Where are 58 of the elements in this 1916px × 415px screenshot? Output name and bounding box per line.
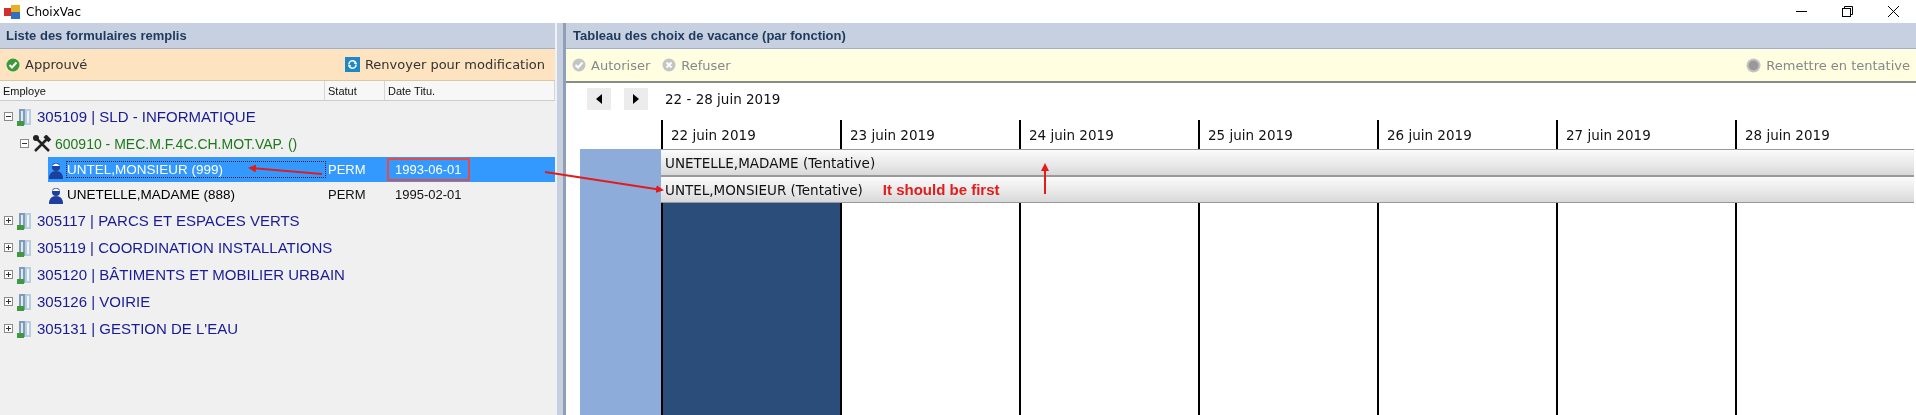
close-icon — [1887, 6, 1899, 17]
building-icon — [16, 291, 34, 312]
tools-icon — [32, 134, 52, 153]
column-header[interactable]: Statut — [325, 81, 385, 100]
booking-label: UNETELLE,MADAME (Tentative) — [665, 154, 876, 171]
date-cell-text: 1995-02-01 — [394, 186, 463, 204]
toolbar-button[interactable]: Approuvé — [4, 55, 90, 74]
building-icon — [16, 237, 34, 258]
annotation-text: It should be first — [882, 181, 1000, 198]
tree-item: UNETELLE,MADAME (888) — [67, 187, 236, 202]
expand-toggle[interactable] — [4, 243, 13, 252]
tree-item[interactable]: 305131 | GESTION DE L'EAU — [37, 320, 238, 337]
tree-row[interactable]: UNETELLE,MADAME (888) PERM 1995-02-01 — [0, 182, 555, 207]
panel-title: Liste des formulaires remplis — [0, 23, 555, 49]
annotation-arrow — [1041, 163, 1049, 195]
building-icon — [16, 264, 34, 285]
tree-item[interactable]: 305120 | BÂTIMENTS ET MOBILIER URBAIN — [37, 266, 345, 283]
building-icon — [16, 210, 34, 231]
previous-button[interactable] — [587, 88, 611, 110]
cancel-icon — [662, 58, 677, 72]
date-range: 22 - 28 juin 2019 — [665, 91, 781, 107]
tree-item[interactable]: 305119 | COORDINATION INSTALLATIONS — [37, 239, 333, 256]
restore-icon — [1841, 6, 1853, 17]
person-icon — [48, 185, 64, 204]
tree-item[interactable]: 600910 - MEC.M.F.4C.CH.MOT.VAP. () — [55, 135, 298, 152]
person-icon — [48, 160, 64, 179]
booking-bar[interactable]: UNETELLE,MADAME (Tentative) — [661, 149, 1914, 176]
panel-title: Tableau des choix de vacance (par fonction) — [566, 23, 1916, 49]
expand-toggle[interactable] — [4, 324, 13, 333]
expand-toggle[interactable] — [20, 139, 29, 148]
refresh-icon — [344, 57, 360, 72]
tree-item[interactable]: 305109 | SLD - INFORMATIQUE — [37, 108, 256, 125]
tree-item[interactable]: 305126 | VOIRIE — [37, 293, 151, 310]
column-header[interactable]: Employe — [0, 81, 325, 100]
expand-toggle[interactable] — [4, 297, 13, 306]
building-icon — [16, 106, 34, 127]
building-icon — [16, 318, 34, 339]
check-icon — [572, 58, 586, 72]
expand-toggle[interactable] — [4, 216, 13, 225]
status-cell-text: PERM — [327, 162, 367, 177]
tree-item: UNTEL,MONSIEUR (999) — [67, 162, 325, 177]
left-arrow-icon — [596, 94, 602, 104]
next-button[interactable] — [624, 88, 648, 110]
expand-toggle[interactable] — [4, 270, 13, 279]
booking-label: UNTEL,MONSIEUR (Tentative) — [665, 181, 863, 198]
booking-bar[interactable]: UNTEL,MONSIEUR (Tentative) It should be first — [661, 176, 1914, 203]
day-cell[interactable] — [661, 203, 840, 415]
window-title: ChoixVac — [26, 4, 81, 19]
toolbar-button[interactable]: Renvoyer pour modification — [342, 55, 547, 74]
minimize-icon — [1795, 11, 1807, 12]
tree-item[interactable]: 305117 | PARCS ET ESPACES VERTS — [37, 212, 300, 229]
circle-icon — [1746, 57, 1762, 73]
right-arrow-icon — [633, 94, 639, 104]
app-icon — [4, 4, 20, 19]
date-cell: 1993-06-01 — [387, 158, 470, 181]
check-icon — [6, 57, 20, 72]
expand-toggle[interactable] — [4, 112, 13, 121]
status-cell-text: PERM — [327, 187, 367, 202]
